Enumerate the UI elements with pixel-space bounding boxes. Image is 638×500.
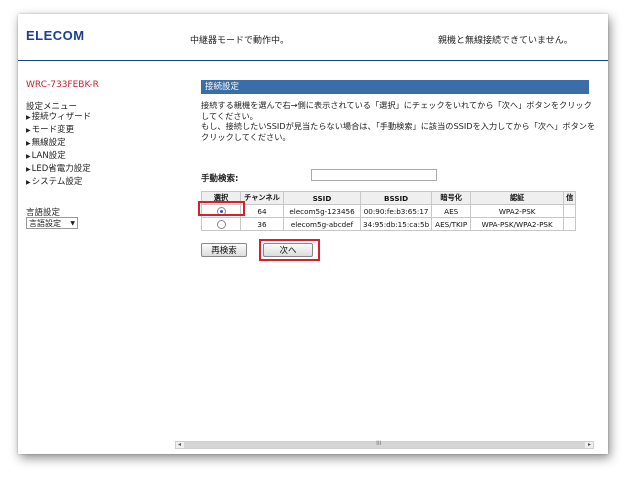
sidebar-item-lan-settings[interactable]: ▶LAN設定 (26, 150, 91, 163)
chevron-down-icon: ▼ (70, 220, 75, 227)
triangle-right-icon: ▶ (26, 140, 31, 147)
section-title: 接続設定 (201, 80, 589, 94)
instructions-line-2: もし、接続したいSSIDが見当たらない場合は、「手動検索」に該当のSSIDを入力… (201, 121, 596, 142)
select-cell (201, 217, 241, 231)
network-table: 選択 チャンネル SSID BSSID 暗号化 認証 信 64 elecom5g… (201, 191, 577, 231)
triangle-right-icon: ▶ (26, 179, 31, 186)
bssid-cell: 00:90:fe:b3:65:17 (359, 204, 433, 218)
language-select[interactable]: 言語設定 ▼ (26, 217, 78, 229)
triangle-right-icon: ▶ (26, 127, 31, 134)
ssid-cell: elecom5g-abcdef (283, 217, 361, 231)
instructions-line-1: 接続する親機を選んで右→側に表示されている「選択」にチェックをいれてから「次へ」… (201, 100, 592, 121)
encryption-cell: AES (431, 204, 472, 218)
sidebar-item-label: LAN設定 (31, 151, 66, 161)
scrollbar-grip-icon: III (376, 440, 382, 447)
auth-cell: WPA2-PSK (470, 204, 565, 218)
network-table-container: 選択 チャンネル SSID BSSID 暗号化 認証 信 64 elecom5g… (201, 191, 590, 231)
bssid-cell: 34:95:db:15:ca:5b (359, 217, 433, 231)
table-header-row: 選択 チャンネル SSID BSSID 暗号化 認証 信 (201, 191, 577, 205)
sidebar-item-mode-change[interactable]: ▶モード変更 (26, 124, 91, 137)
elecom-logo: ELECOM (26, 28, 85, 43)
manual-search-label: 手動検索: (201, 174, 239, 184)
sidebar-item-label: モード変更 (31, 125, 75, 135)
signal-cell (563, 204, 577, 218)
scroll-right-icon[interactable]: ▸ (588, 441, 591, 449)
instructions: 接続する親機を選んで右→側に表示されている「選択」にチェックをいれてから「次へ」… (201, 100, 596, 142)
triangle-right-icon: ▶ (26, 166, 31, 173)
browser-frame: ELECOM 中継器モードで動作中。 親機と無線接続できていません。 WRC-7… (18, 14, 608, 454)
rescan-button[interactable]: 再検索 (201, 243, 247, 257)
ssid-cell: elecom5g-123456 (283, 204, 361, 218)
column-header-auth: 認証 (470, 191, 565, 205)
signal-cell (563, 217, 577, 231)
column-header-ssid: SSID (283, 191, 361, 205)
select-radio[interactable] (216, 206, 226, 216)
channel-cell: 64 (240, 204, 284, 218)
link-status: 親機と無線接続できていません。 (438, 36, 573, 46)
triangle-right-icon: ▶ (26, 153, 31, 160)
sidebar-item-wireless-settings[interactable]: ▶無線設定 (26, 137, 91, 150)
header-divider (18, 60, 608, 61)
auth-cell: WPA-PSK/WPA2-PSK (470, 217, 565, 231)
triangle-right-icon: ▶ (26, 114, 31, 121)
mode-status: 中継器モードで動作中。 (190, 36, 290, 46)
language-select-value: 言語設定 (29, 219, 61, 228)
sidebar-item-system-settings[interactable]: ▶システム設定 (26, 176, 91, 189)
channel-cell: 36 (240, 217, 284, 231)
column-header-signal: 信 (563, 191, 577, 205)
model-name: WRC-733FEBK-R (26, 80, 99, 90)
manual-search-input[interactable] (311, 169, 437, 181)
sidebar-item-led-power-saving[interactable]: ▶LED省電力設定 (26, 163, 91, 176)
column-header-bssid: BSSID (359, 191, 433, 205)
column-header-select: 選択 (201, 191, 241, 205)
table-row: 36 elecom5g-abcdef 34:95:db:15:ca:5b AES… (201, 217, 577, 231)
column-header-channel: チャンネル (240, 191, 284, 205)
sidebar-item-label: 無線設定 (31, 138, 66, 148)
next-button[interactable]: 次へ (263, 243, 313, 257)
select-cell (201, 204, 241, 218)
encryption-cell: AES/TKIP (431, 217, 472, 231)
sidebar-item-connection-wizard[interactable]: ▶接続ウィザード (26, 111, 91, 124)
table-row: 64 elecom5g-123456 00:90:fe:b3:65:17 AES… (201, 204, 577, 218)
settings-menu: ▶接続ウィザード ▶モード変更 ▶無線設定 ▶LAN設定 ▶LED省電力設定 ▶… (26, 111, 91, 189)
sidebar-item-label: 接続ウィザード (31, 112, 92, 122)
sidebar-item-label: LED省電力設定 (31, 164, 91, 174)
scroll-left-icon[interactable]: ◂ (178, 441, 181, 449)
scrollbar-thumb[interactable] (184, 442, 585, 448)
sidebar-item-label: システム設定 (31, 177, 83, 187)
select-radio[interactable] (216, 219, 226, 229)
horizontal-scrollbar[interactable]: ◂ III ▸ (175, 440, 594, 449)
column-header-encryption: 暗号化 (431, 191, 472, 205)
